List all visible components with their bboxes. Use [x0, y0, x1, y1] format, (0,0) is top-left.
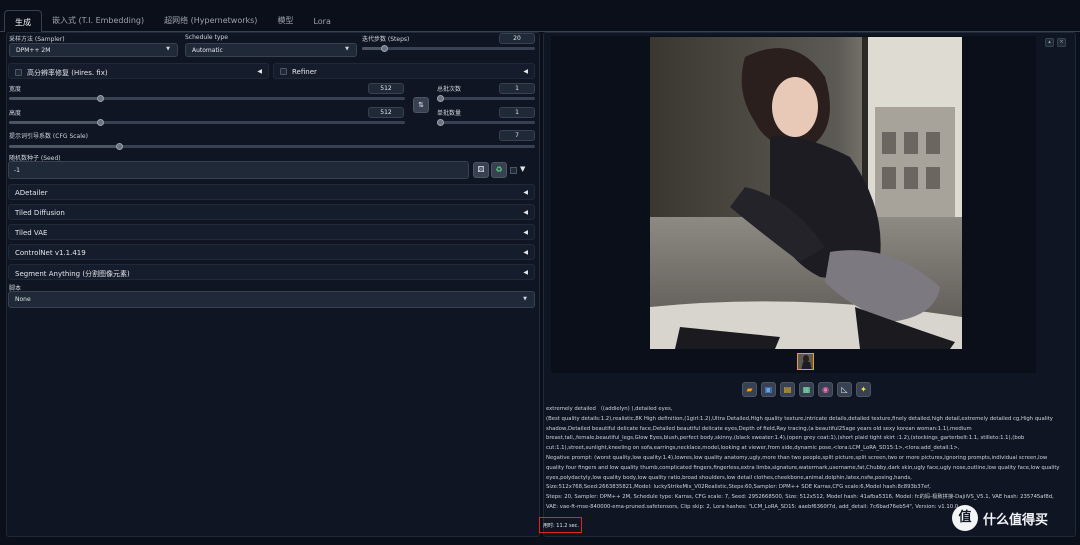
tab-lora[interactable]: Lora: [303, 17, 340, 31]
swap-dimensions-button[interactable]: ⇅: [413, 97, 429, 113]
watermark-logo: 值: [952, 505, 978, 531]
info-line: Size:512x768,Seed:2663835821,Model: luck…: [546, 484, 931, 491]
watermark: 值 什么值得买: [952, 504, 1076, 532]
hires-fix-label: 高分辨率修复 (Hires. fix): [27, 69, 108, 77]
palette-icon[interactable]: ◉: [818, 382, 833, 397]
width-label: 宽度: [9, 86, 22, 93]
chevron-down-icon: ▼: [523, 296, 527, 302]
image-thumbnail[interactable]: [797, 353, 814, 370]
collapse-icon: ◀: [523, 249, 528, 256]
segment-anything-accordion[interactable]: Segment Anything (分割图像元素) ◀: [8, 264, 535, 280]
folder-icon[interactable]: ▰: [742, 382, 757, 397]
sampler-value: DPM++ 2M: [16, 47, 51, 54]
cfg-slider[interactable]: [9, 143, 535, 150]
tab-embedding[interactable]: 嵌入式 (T.I. Embedding): [42, 15, 154, 31]
controlnet-accordion[interactable]: ControlNet v1.1.419 ◀: [8, 244, 535, 260]
accordion-label: Tiled VAE: [15, 229, 48, 237]
batch-count-input[interactable]: 1: [499, 83, 535, 94]
batch-size-input[interactable]: 1: [499, 107, 535, 118]
zip-icon[interactable]: ▤: [780, 382, 795, 397]
sparkle-icon[interactable]: ✦: [856, 382, 871, 397]
chevron-down-icon: ▼: [166, 46, 170, 52]
info-line: extremely detailed （(addielyn) ),detaile…: [546, 406, 673, 412]
slider-thumb[interactable]: [437, 95, 444, 102]
steps-slider[interactable]: [362, 45, 535, 52]
generated-image[interactable]: [650, 37, 962, 349]
refiner-label: Refiner: [292, 68, 317, 76]
width-slider[interactable]: [9, 95, 405, 102]
tab-bar: 生成 嵌入式 (T.I. Embedding) 超网络 (Hypernetwor…: [0, 10, 1080, 32]
accordion-label: Tiled Diffusion: [15, 209, 65, 217]
schedule-value: Automatic: [192, 47, 223, 54]
caret-down-icon[interactable]: ▼: [520, 165, 525, 173]
tab-generate[interactable]: 生成: [4, 10, 42, 32]
swap-icon: ⇅: [418, 101, 424, 109]
generation-time: 用时: 11.2 sec.: [539, 517, 582, 533]
hires-fix-checkbox[interactable]: [15, 69, 22, 76]
collapse-icon: ◀: [257, 68, 262, 75]
tiled-diffusion-accordion[interactable]: Tiled Diffusion ◀: [8, 204, 535, 220]
info-line: Negative prompt: (worst quality,low qual…: [546, 454, 1060, 481]
reuse-seed-button[interactable]: ♻: [491, 162, 507, 178]
cfg-label: 提示词引导系数 (CFG Scale): [9, 133, 88, 140]
chevron-down-icon: ▼: [345, 46, 349, 52]
batch-count-slider[interactable]: [437, 95, 535, 102]
schedule-label: Schedule type: [185, 34, 228, 41]
watermark-text: 什么值得买: [983, 512, 1049, 528]
refiner-accordion[interactable]: Refiner ◀: [273, 63, 535, 79]
extra-seed-checkbox[interactable]: [510, 167, 517, 174]
collapse-icon: ◀: [523, 229, 528, 236]
steps-input[interactable]: 20: [499, 33, 535, 44]
image-icon[interactable]: ▦: [799, 382, 814, 397]
tab-hypernetworks[interactable]: 超网络 (Hypernetworks): [154, 15, 267, 31]
info-line: (Best quality details:1.2),realistic,8K …: [546, 415, 1053, 452]
batch-size-slider[interactable]: [437, 119, 535, 126]
seed-input[interactable]: -1: [8, 161, 469, 179]
schedule-dropdown[interactable]: Automatic ▼: [185, 43, 357, 57]
batch-size-label: 单批数量: [437, 110, 462, 117]
recycle-icon: ♻: [495, 165, 503, 174]
tab-models[interactable]: 模型: [267, 15, 303, 31]
dice-icon: ⚄: [477, 165, 485, 174]
accordion-label: ControlNet v1.1.419: [15, 249, 86, 257]
collapse-icon: ◀: [523, 269, 528, 276]
batch-count-label: 总批次数: [437, 86, 462, 93]
sampler-dropdown[interactable]: DPM++ 2M ▼: [9, 43, 178, 57]
fullscreen-icon[interactable]: ▴: [1045, 38, 1054, 47]
save-icon[interactable]: ▣: [761, 382, 776, 397]
close-icon[interactable]: ×: [1057, 38, 1066, 47]
sampler-label: 采样方法 (Sampler): [9, 36, 65, 43]
hires-fix-accordion[interactable]: 高分辨率修复 (Hires. fix) ◀: [8, 63, 269, 79]
height-slider[interactable]: [9, 119, 405, 126]
steps-label: 迭代步数 (Steps): [362, 36, 410, 43]
refiner-checkbox[interactable]: [280, 68, 287, 75]
accordion-label: ADetailer: [15, 189, 48, 197]
collapse-icon: ◀: [523, 209, 528, 216]
random-seed-button[interactable]: ⚄: [473, 162, 489, 178]
slider-thumb[interactable]: [437, 119, 444, 126]
accordion-label: Segment Anything (分割图像元素): [15, 270, 130, 278]
height-label: 高度: [9, 110, 22, 117]
script-value: None: [15, 296, 31, 303]
script-dropdown[interactable]: None ▼: [8, 291, 535, 308]
width-input[interactable]: 512: [368, 83, 404, 94]
tiled-vae-accordion[interactable]: Tiled VAE ◀: [8, 224, 535, 240]
adetailer-accordion[interactable]: ADetailer ◀: [8, 184, 535, 200]
cfg-input[interactable]: 7: [499, 130, 535, 141]
collapse-icon: ◀: [523, 189, 528, 196]
collapse-icon: ◀: [523, 68, 528, 75]
generation-info: extremely detailed （(addielyn) ),detaile…: [546, 405, 1064, 513]
ruler-icon[interactable]: ◺: [837, 382, 852, 397]
height-input[interactable]: 512: [368, 107, 404, 118]
